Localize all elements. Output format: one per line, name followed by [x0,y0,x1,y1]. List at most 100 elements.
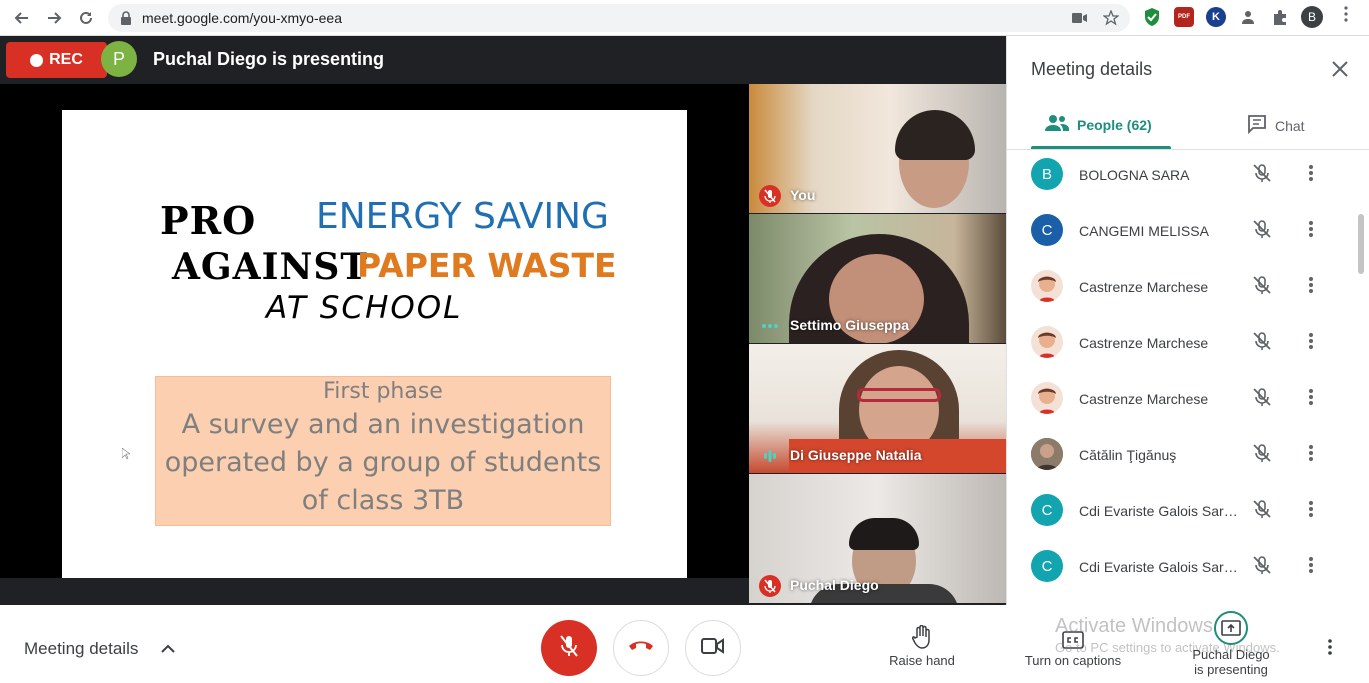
forward-icon[interactable] [42,6,66,30]
slide-line1-right: ENERGY SAVING [316,196,609,237]
list-item[interactable]: C CANGEMI MELISSA [1007,206,1357,262]
more-options-icon[interactable] [1301,498,1321,520]
list-item[interactable]: Castrenze Marchese [1007,262,1357,318]
presenting-button[interactable]: Puchal Diego is presenting [1186,611,1276,677]
avatar [1031,382,1063,414]
slide-line2-right: PAPER WASTE [357,246,617,285]
avatar: C [1031,550,1063,582]
avatar [1031,438,1063,470]
list-item[interactable]: C Cdi Evariste Galois Sart... [1007,486,1357,542]
mic-off-icon [759,575,781,597]
list-item[interactable]: Castrenze Marchese [1007,374,1357,430]
address-bar[interactable]: meet.google.com/you-xmyo-eea [108,4,1130,32]
more-options-icon[interactable] [1301,330,1321,352]
participant-tile[interactable]: Settimo Giuseppa [749,214,1006,343]
person-name: Castrenze Marchese [1079,391,1209,407]
people-list[interactable]: B BOLOGNA SARA C CANGEMI MELISSA Castren… [1007,150,1369,605]
browser-toolbar: meet.google.com/you-xmyo-eea PDF K B [0,0,1369,36]
person-name: Cdi Evariste Galois Sart... [1079,503,1239,519]
mic-off-icon[interactable] [1251,162,1273,184]
k-extension-icon[interactable]: K [1206,7,1226,27]
avatar: C [1031,494,1063,526]
glasses [857,388,941,402]
participant-tile[interactable]: Puchal Diego [749,474,1006,603]
tab-people[interactable]: People (62) [1045,114,1152,135]
presenter-avatar: P [101,41,137,77]
camera-toggle-button[interactable] [685,620,741,676]
account-extension-icon[interactable] [1238,7,1258,27]
present-screen-icon [1214,611,1248,645]
tile-name: Puchal Diego [790,577,879,593]
slide-line3: AT SCHOOL [266,290,463,326]
list-item[interactable]: C Cdi Evariste Galois Sart... [1007,542,1357,598]
recording-badge: REC [6,42,107,78]
participant-tile[interactable]: You [749,84,1006,213]
list-item[interactable]: B BOLOGNA SARA [1007,150,1357,206]
person-name: Castrenze Marchese [1079,279,1209,295]
avatar: B [1031,158,1063,190]
camera-icon [701,637,725,659]
bookmark-star-icon[interactable] [1103,10,1119,26]
panel-scrollbar[interactable] [1358,214,1364,274]
mic-off-icon[interactable] [1251,554,1273,576]
shield-extension-icon[interactable] [1142,7,1162,27]
shared-slide: PRO ENERGY SAVING AGAINST PAPER WASTE AT… [62,110,687,578]
mic-off-icon[interactable] [1251,442,1273,464]
tab-chat-label: Chat [1275,117,1305,134]
meeting-details-panel: Meeting details People (62) Chat B BOLOG… [1006,36,1369,605]
leave-call-button[interactable] [613,620,669,676]
more-options-icon[interactable] [1301,442,1321,464]
tab-people-label: People (62) [1077,116,1152,133]
profile-avatar[interactable]: B [1301,6,1323,28]
control-bar: Meeting details Raise hand Turn on capti… [0,605,1369,683]
captions-label: Turn on captions [1024,653,1122,668]
more-options-icon[interactable] [1301,386,1321,408]
slide-box-text: A survey and an investigation operated b… [164,409,602,516]
chevron-up-icon[interactable] [158,639,178,659]
more-dots-icon [759,315,781,337]
mic-off-icon[interactable] [1251,386,1273,408]
list-item[interactable]: Cătălin Ţigănuş [1007,430,1357,486]
more-options-icon[interactable] [1301,274,1321,296]
meeting-details-button[interactable]: Meeting details [24,639,138,659]
people-icon [1045,114,1069,135]
presenting-label-line1: Puchal Diego [1192,647,1270,662]
pdf-extension-icon[interactable]: PDF [1174,7,1194,27]
more-options-icon[interactable] [1328,639,1332,660]
meeting-stage: REC P Puchal Diego is presenting PRO ENE… [0,36,1006,605]
reload-icon[interactable] [74,6,98,30]
avatar [1031,326,1063,358]
back-icon[interactable] [10,6,34,30]
mic-off-icon[interactable] [1251,330,1273,352]
participant-tile[interactable]: Di Giuseppe Natalia [749,344,1006,473]
more-options-icon[interactable] [1301,162,1321,184]
tab-chat[interactable]: Chat [1247,114,1305,137]
mic-off-icon[interactable] [1251,498,1273,520]
tile-name: Settimo Giuseppa [790,317,910,333]
presentation-area[interactable]: PRO ENERGY SAVING AGAINST PAPER WASTE AT… [0,84,749,578]
person-name: CANGEMI MELISSA [1079,223,1209,239]
list-item[interactable]: Castrenze Marchese [1007,318,1357,374]
mic-off-icon[interactable] [1251,274,1273,296]
mouse-cursor-icon [121,447,131,463]
extensions-puzzle-icon[interactable] [1270,7,1290,27]
presentation-header: REC P Puchal Diego is presenting [0,36,1006,84]
avatar [1031,270,1063,302]
person-name: Cdi Evariste Galois Sart... [1079,559,1239,575]
tile-name: You [790,187,816,203]
close-icon[interactable] [1329,58,1351,80]
browser-menu-icon[interactable] [1344,6,1348,27]
more-options-icon[interactable] [1301,554,1321,576]
slide-line2-left: AGAINST [172,246,369,288]
raise-hand-button[interactable]: Raise hand [888,623,956,668]
participant-tiles: You Settimo Giuseppa Di Giuseppe Natalia [749,84,1006,605]
more-options-icon[interactable] [1301,218,1321,240]
url-text: meet.google.com/you-xmyo-eea [142,10,342,26]
mic-off-icon [558,634,580,663]
camera-blocked-icon[interactable] [1072,10,1088,26]
mic-off-icon[interactable] [1251,218,1273,240]
person-name: Castrenze Marchese [1079,335,1209,351]
hang-up-icon [628,639,654,657]
slide-info-box: First phase A survey and an investigatio… [155,376,611,526]
mic-toggle-button[interactable] [541,620,597,676]
